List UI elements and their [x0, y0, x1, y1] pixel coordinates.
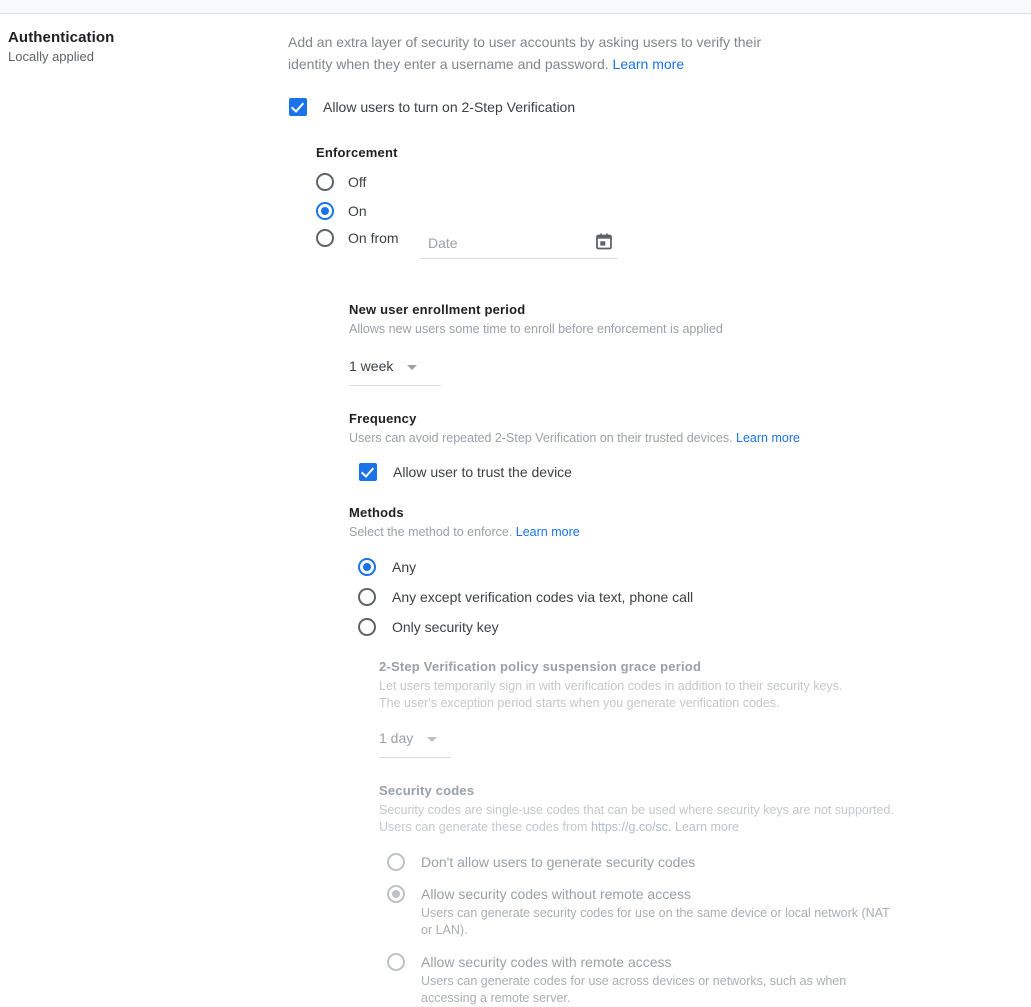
methods-option-any-except[interactable]: Any except verification codes via text, …	[358, 588, 693, 606]
methods-section: Methods Select the method to enforce. Le…	[349, 505, 693, 636]
security-codes-description: Security codes are single-use codes that…	[379, 802, 899, 836]
frequency-learn-more-link[interactable]: Learn more	[736, 431, 800, 445]
enforcement-section: Enforcement Off On On from Date	[316, 145, 618, 259]
allow-2sv-checkbox[interactable]	[289, 98, 307, 116]
enforcement-radio-on[interactable]	[316, 202, 334, 220]
grace-period-title: 2-Step Verification policy suspension gr…	[379, 659, 702, 674]
enforcement-label-off: Off	[348, 174, 367, 190]
security-codes-label-deny: Don't allow users to generate security c…	[421, 854, 696, 870]
methods-radio-security-key[interactable]	[358, 618, 376, 636]
methods-title: Methods	[349, 505, 404, 520]
allow-2sv-label: Allow users to turn on 2-Step Verificati…	[323, 99, 576, 115]
methods-option-security-key[interactable]: Only security key	[358, 618, 693, 636]
frequency-section: Frequency Users can avoid repeated 2-Ste…	[349, 411, 800, 481]
top-divider-bar	[0, 0, 1031, 14]
frequency-description: Users can avoid repeated 2-Step Verifica…	[349, 430, 800, 447]
methods-description-text: Select the method to enforce.	[349, 525, 513, 539]
enforcement-option-on-from[interactable]: On from Date	[316, 229, 618, 259]
trust-device-checkbox-row[interactable]: Allow user to trust the device	[359, 463, 800, 481]
settings-page: Authentication Locally applied Add an ex…	[0, 15, 1031, 1005]
scope-label: Locally applied	[8, 49, 95, 64]
calendar-icon[interactable]	[596, 233, 612, 255]
methods-learn-more-link[interactable]: Learn more	[516, 525, 580, 539]
enrollment-title: New user enrollment period	[349, 302, 526, 317]
page-title: Authentication	[8, 29, 115, 46]
left-section-header: Authentication Locally applied	[8, 28, 268, 65]
frequency-title: Frequency	[349, 411, 417, 426]
chevron-down-icon	[427, 737, 438, 742]
grace-period-value: 1 day	[379, 730, 414, 746]
intro-text: Add an extra layer of security to user a…	[288, 34, 762, 72]
enforcement-option-off[interactable]: Off	[316, 173, 399, 191]
grace-period-description: Let users temporarily sign in with verif…	[379, 679, 843, 710]
frequency-description-text: Users can avoid repeated 2-Step Verifica…	[349, 431, 733, 445]
allow-2sv-checkbox-row[interactable]: Allow users to turn on 2-Step Verificati…	[289, 98, 575, 116]
enforcement-radio-off[interactable]	[316, 173, 334, 191]
enforcement-date-placeholder: Date	[428, 235, 458, 251]
methods-label-any-except: Any except verification codes via text, …	[392, 589, 694, 605]
enforcement-date-field[interactable]: Date	[420, 233, 618, 259]
grace-period-select[interactable]: 1 day	[379, 730, 451, 758]
methods-option-any[interactable]: Any	[358, 558, 693, 576]
security-codes-learn-more-link[interactable]: Learn more	[675, 820, 739, 834]
enforcement-label-on-from: On from	[348, 230, 399, 246]
enforcement-radio-on-from[interactable]	[316, 229, 334, 247]
grace-period-section: 2-Step Verification policy suspension gr…	[379, 659, 879, 758]
enforcement-label-on: On	[348, 203, 367, 219]
security-codes-sub-no-remote: Users can generate security codes for us…	[421, 906, 890, 937]
security-codes-url-link[interactable]: https://g.co/sc.	[591, 820, 672, 834]
security-codes-radio-deny[interactable]	[387, 853, 405, 871]
enforcement-option-on[interactable]: On	[316, 202, 399, 220]
intro-learn-more-link[interactable]: Learn more	[613, 56, 685, 72]
security-codes-sub-remote: Users can generate codes for use across …	[421, 974, 847, 1005]
security-codes-title: Security codes	[379, 783, 475, 798]
methods-label-security-key: Only security key	[392, 619, 499, 635]
intro-description: Add an extra layer of security to user a…	[288, 15, 768, 75]
settings-content: Add an extra layer of security to user a…	[288, 15, 1018, 1005]
enforcement-title: Enforcement	[316, 145, 398, 160]
security-codes-section: Security codes Security codes are single…	[379, 783, 939, 1007]
methods-radio-any-except[interactable]	[358, 588, 376, 606]
methods-description: Select the method to enforce. Learn more	[349, 524, 693, 541]
trust-device-checkbox[interactable]	[359, 463, 377, 481]
methods-radio-any[interactable]	[358, 558, 376, 576]
enrollment-period-value: 1 week	[349, 358, 394, 374]
security-codes-option-remote[interactable]: Allow security codes with remote access …	[387, 953, 939, 1007]
security-codes-option-deny[interactable]: Don't allow users to generate security c…	[387, 853, 939, 871]
security-codes-radio-remote[interactable]	[387, 953, 405, 971]
chevron-down-icon	[407, 365, 418, 370]
security-codes-option-no-remote[interactable]: Allow security codes without remote acce…	[387, 885, 939, 939]
security-codes-label-no-remote: Allow security codes without remote acce…	[421, 886, 691, 902]
enrollment-description: Allows new users some time to enroll bef…	[349, 322, 723, 336]
methods-label-any: Any	[392, 559, 417, 575]
security-codes-radio-no-remote[interactable]	[387, 885, 405, 903]
security-codes-label-remote: Allow security codes with remote access	[421, 954, 672, 970]
enrollment-period-select[interactable]: 1 week	[349, 358, 441, 386]
enrollment-section: New user enrollment period Allows new us…	[349, 302, 723, 386]
trust-device-label: Allow user to trust the device	[393, 464, 572, 480]
